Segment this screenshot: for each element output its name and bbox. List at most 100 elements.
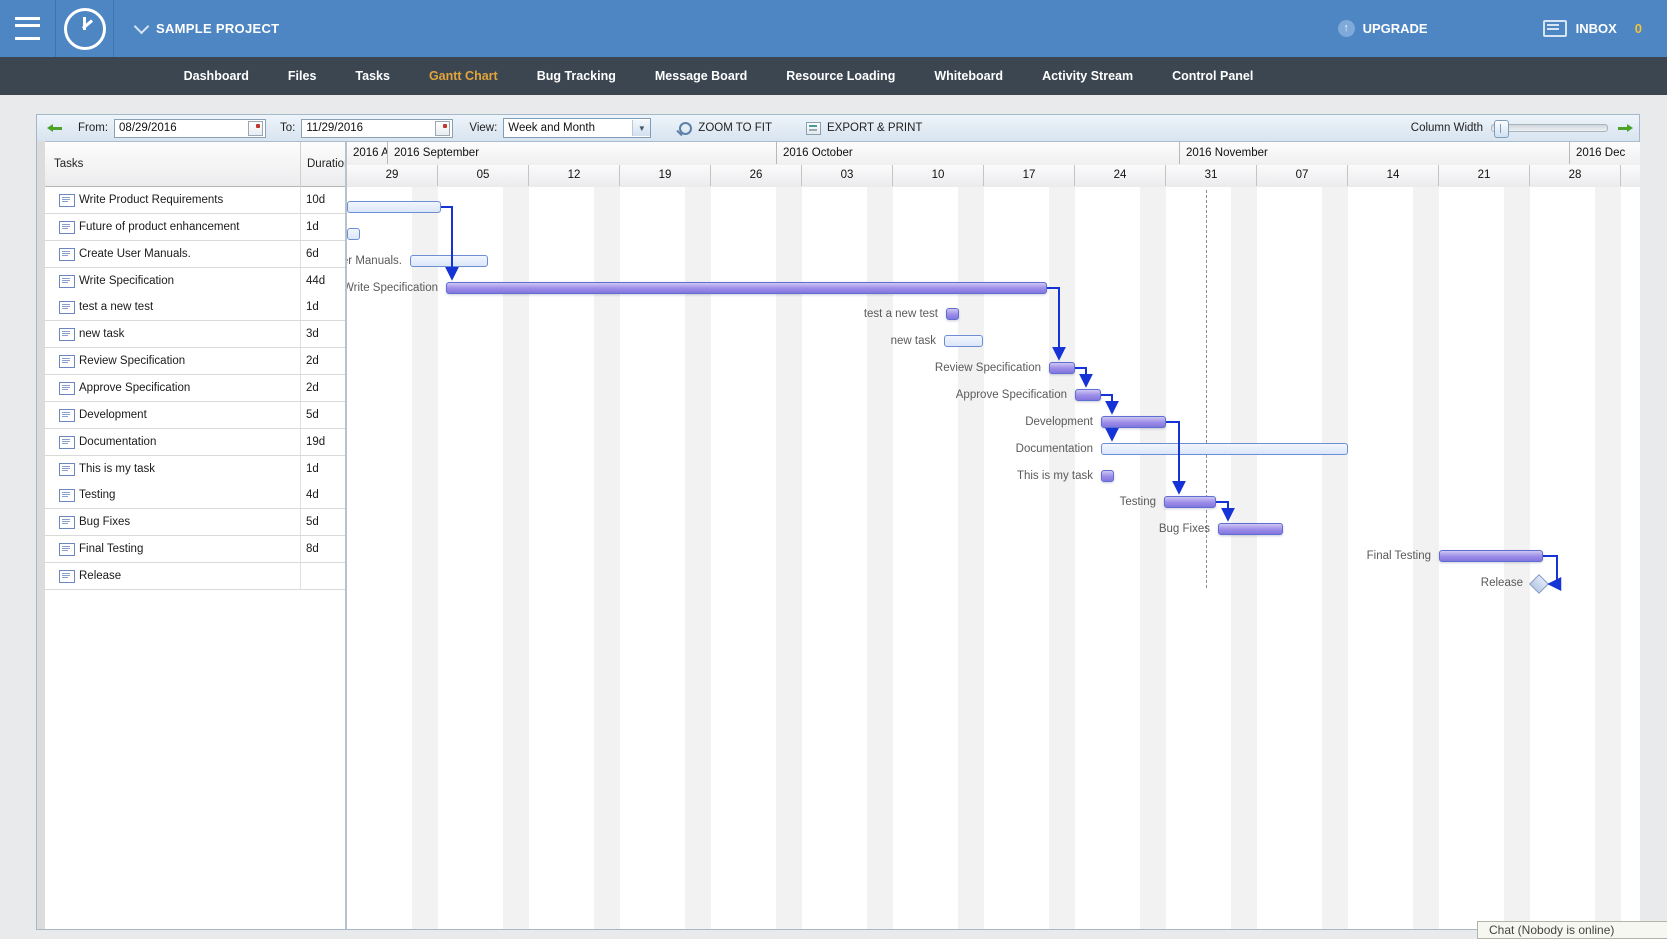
chevron-down-icon: [134, 19, 150, 35]
table-row[interactable]: Documentation19d: [45, 429, 347, 456]
task-name: Review Specification: [79, 348, 294, 374]
task-name: Write Product Requirements: [79, 187, 294, 213]
tab-resource-loading[interactable]: Resource Loading: [786, 69, 895, 83]
gantt-bar[interactable]: [1049, 362, 1075, 374]
connector-arrow: [1166, 422, 1179, 493]
table-row[interactable]: Testing4d: [45, 482, 347, 509]
gantt-bar[interactable]: [944, 335, 983, 347]
column-divider: [300, 402, 301, 428]
tab-tasks[interactable]: Tasks: [355, 69, 390, 83]
scroll-right-button[interactable]: [1618, 124, 1633, 133]
calendar-icon[interactable]: [435, 121, 450, 136]
chat-bar[interactable]: Chat (Nobody is online): [1477, 921, 1667, 939]
tab-whiteboard[interactable]: Whiteboard: [934, 69, 1003, 83]
project-title: SAMPLE PROJECT: [156, 21, 279, 36]
tab-files[interactable]: Files: [288, 69, 317, 83]
week-header-cell: 24: [1075, 165, 1166, 186]
scroll-left-button[interactable]: [47, 124, 62, 133]
week-header-cell: 19: [620, 165, 711, 186]
tab-message-board[interactable]: Message Board: [655, 69, 747, 83]
gantt-bar-label: Documentation: [893, 442, 1093, 457]
milestone-diamond[interactable]: [1529, 574, 1549, 594]
column-width-slider[interactable]: [1491, 124, 1608, 132]
gantt-bar[interactable]: [347, 228, 360, 240]
table-row[interactable]: This is my task1d: [45, 456, 347, 483]
nav-tabs: Dashboard Files Tasks Gantt Chart Bug Tracki…: [184, 69, 1254, 83]
weekend-stripe: [958, 187, 984, 929]
export-print-button[interactable]: EXPORT & PRINT: [806, 122, 922, 135]
to-date-box: [301, 119, 453, 138]
tab-activity-stream[interactable]: Activity Stream: [1042, 69, 1133, 83]
gantt-bar-label: Create User Manuals.: [347, 254, 402, 269]
weekend-stripe: [1595, 187, 1621, 929]
view-select-value: Week and Month: [504, 122, 632, 134]
column-divider: [300, 563, 301, 589]
column-divider: [300, 268, 301, 294]
slider-handle[interactable]: [1494, 120, 1509, 138]
table-row[interactable]: new task3d: [45, 321, 347, 348]
connector-arrow: [441, 207, 452, 279]
tab-dashboard[interactable]: Dashboard: [184, 69, 249, 83]
gantt-bar[interactable]: [446, 282, 1047, 294]
tab-control-panel[interactable]: Control Panel: [1172, 69, 1253, 83]
task-name: Final Testing: [79, 536, 294, 562]
table-row[interactable]: Write Product Requirements10d: [45, 187, 347, 214]
task-duration: 19d: [306, 429, 325, 455]
gantt-bar[interactable]: [1075, 389, 1101, 401]
task-duration: 1d: [306, 294, 319, 320]
table-row[interactable]: Final Testing8d: [45, 536, 347, 563]
from-date-input[interactable]: [117, 121, 248, 135]
gantt-bar[interactable]: [347, 201, 441, 213]
gantt-bar[interactable]: [410, 255, 488, 267]
gantt-bar[interactable]: [1101, 416, 1166, 428]
clock-logo-icon: [64, 8, 106, 50]
gantt-bar-label: This is my task: [893, 469, 1093, 484]
task-duration: 6d: [306, 241, 319, 267]
project-selector[interactable]: SAMPLE PROJECT: [136, 21, 279, 36]
task-duration: 44d: [306, 268, 325, 294]
task-duration: 2d: [306, 348, 319, 374]
task-name: Release: [79, 563, 294, 589]
table-row[interactable]: Development5d: [45, 402, 347, 429]
table-row[interactable]: Future of product enhancement1d: [45, 214, 347, 241]
task-table-body: Write Product Requirements10dFuture of p…: [45, 187, 347, 929]
week-header-cell: 21: [1439, 165, 1530, 186]
from-date-box: [114, 119, 266, 138]
table-row[interactable]: Review Specification 2d: [45, 348, 347, 375]
view-select[interactable]: Week and Month ▼: [503, 118, 651, 138]
task-doc-icon: [59, 328, 75, 341]
upgrade-button[interactable]: ↑ UPGRADE: [1338, 20, 1428, 37]
table-row[interactable]: test a new test1d: [45, 294, 347, 321]
zoom-to-fit-button[interactable]: ZOOM TO FIT: [679, 122, 772, 135]
gantt-bar[interactable]: [1218, 523, 1283, 535]
table-row[interactable]: Approve Specification2d: [45, 375, 347, 402]
gantt-bar[interactable]: [1101, 443, 1348, 455]
gantt-bar[interactable]: [946, 308, 959, 320]
month-header-cell: 2016 Dec: [1569, 142, 1640, 164]
gantt-bar-label: Testing: [956, 495, 1156, 510]
export-print-label: EXPORT & PRINT: [827, 122, 922, 134]
table-row[interactable]: Release: [45, 563, 347, 590]
table-row[interactable]: Bug Fixes5d: [45, 509, 347, 536]
hamburger-menu-button[interactable]: [0, 0, 55, 57]
table-row[interactable]: Create User Manuals.6d: [45, 241, 347, 268]
to-date-input[interactable]: [304, 121, 435, 135]
task-duration: 1d: [306, 456, 319, 482]
task-doc-icon: [59, 221, 75, 234]
gantt-bar[interactable]: [1101, 470, 1114, 482]
top-bar-right: ↑ UPGRADE INBOX 0: [1338, 20, 1667, 37]
gantt-toolbar: From: To: View: Week and Month ▼ ZOOM TO…: [37, 115, 1639, 142]
calendar-icon[interactable]: [248, 121, 263, 136]
tab-bug-tracking[interactable]: Bug Tracking: [537, 69, 616, 83]
app-logo[interactable]: [56, 0, 113, 57]
gantt-bar[interactable]: [1164, 496, 1216, 508]
weekend-stripe: [594, 187, 620, 929]
task-table-header: Tasks Duration: [45, 142, 347, 187]
app-window: SAMPLE PROJECT ↑ UPGRADE INBOX 0 Dashboa…: [0, 0, 1667, 939]
task-name: Future of product enhancement: [79, 214, 294, 240]
divider: [113, 0, 114, 57]
gantt-bar[interactable]: [1439, 550, 1543, 562]
inbox-button[interactable]: INBOX: [1543, 20, 1617, 37]
table-row[interactable]: Write Specification44d: [45, 268, 347, 295]
tab-gantt-chart[interactable]: Gantt Chart: [429, 69, 498, 83]
